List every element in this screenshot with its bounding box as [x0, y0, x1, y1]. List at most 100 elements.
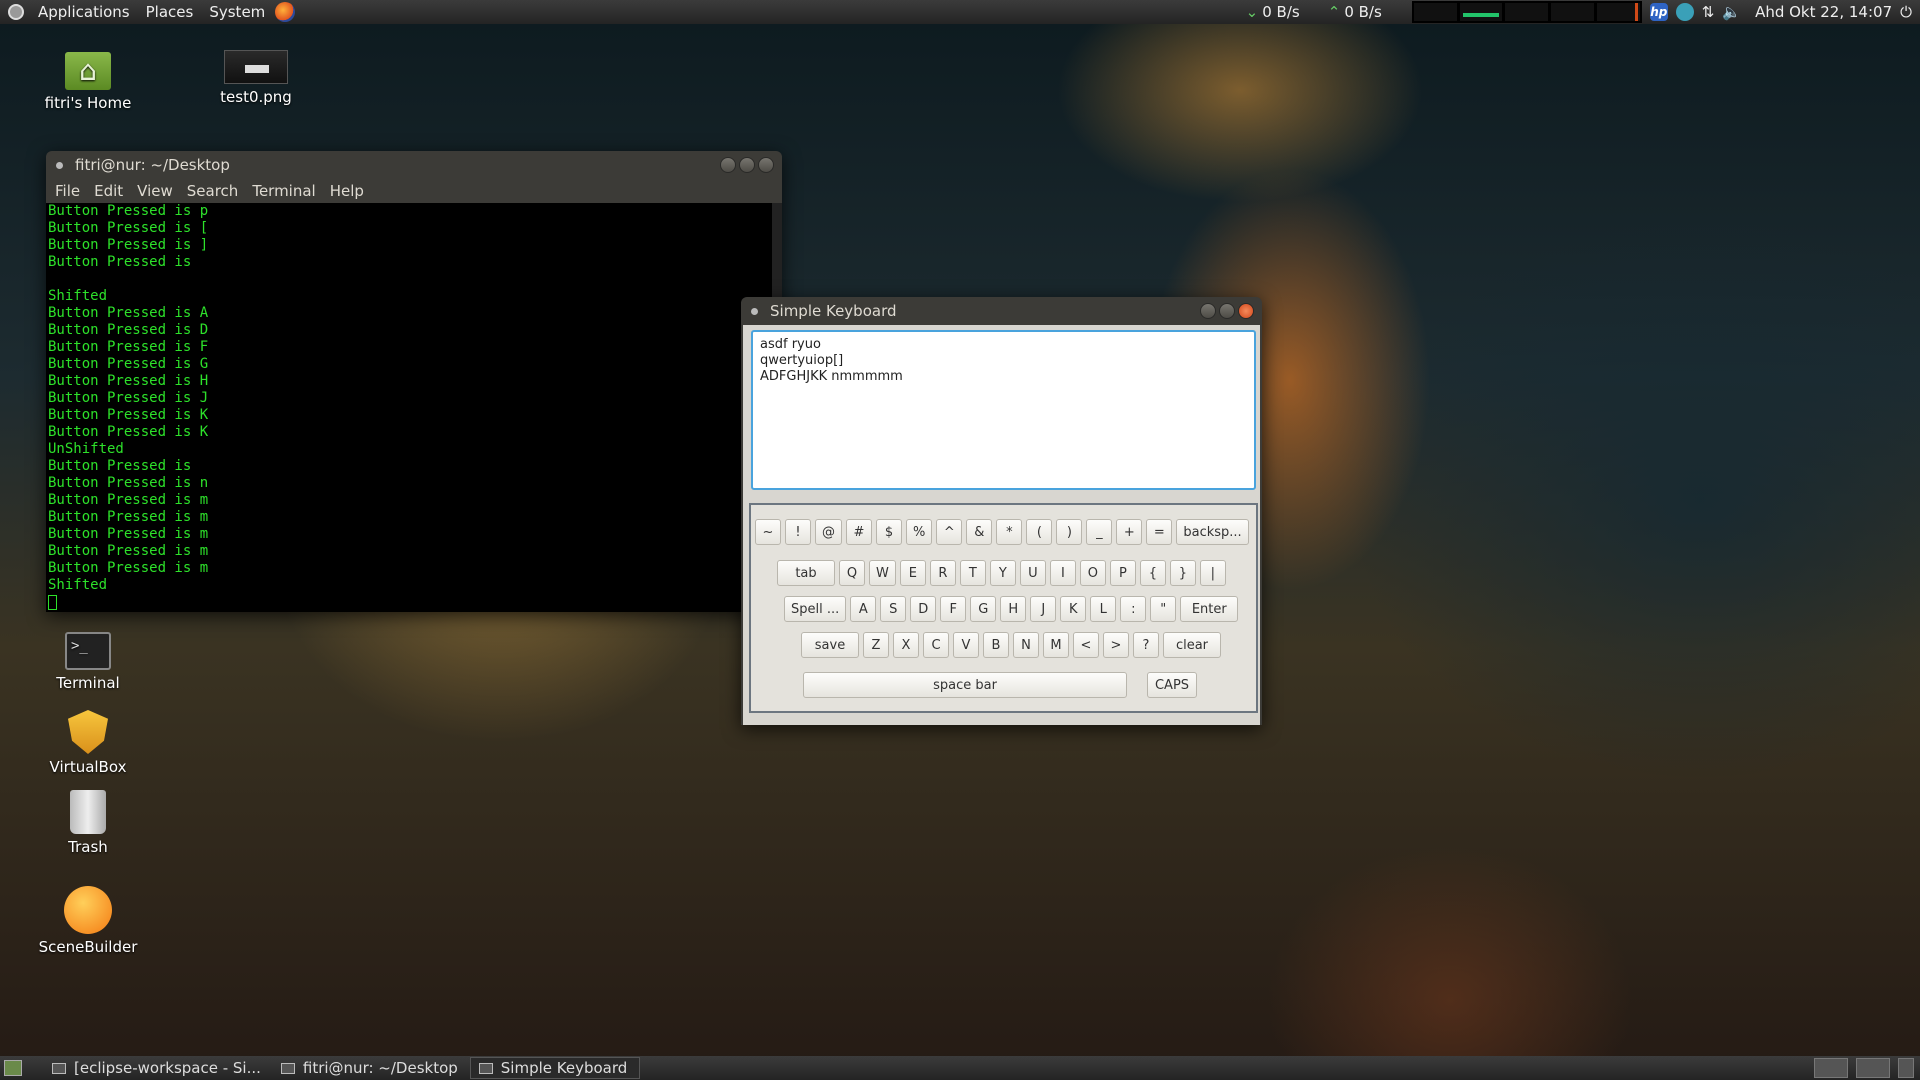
trash-applet-icon[interactable] — [1898, 1058, 1914, 1078]
key-symbol[interactable]: * — [996, 519, 1023, 545]
keyboard-titlebar[interactable]: Simple Keyboard — [741, 297, 1262, 325]
key-symbol[interactable]: _ — [1086, 519, 1113, 545]
key-symbol[interactable]: " — [1150, 596, 1177, 622]
key-symbol[interactable]: < — [1073, 632, 1099, 658]
taskbar-item-terminal[interactable]: fitri@nur: ~/Desktop — [273, 1057, 470, 1079]
menu-places[interactable]: Places — [138, 3, 202, 21]
key-symbol[interactable]: $ — [876, 519, 902, 545]
key-symbol[interactable]: ! — [785, 519, 811, 545]
desktop-icon-virtualbox[interactable]: VirtualBox — [33, 710, 143, 776]
terminal-titlebar[interactable]: fitri@nur: ~/Desktop — [46, 151, 782, 179]
key-symbol[interactable]: } — [1169, 560, 1196, 586]
key-symbol[interactable]: ) — [1056, 519, 1083, 545]
menu-system[interactable]: System — [201, 3, 273, 21]
key-v[interactable]: V — [953, 632, 979, 658]
network-icon[interactable]: ⇅ — [1702, 3, 1715, 21]
minimize-button[interactable] — [1200, 303, 1216, 319]
key-symbol[interactable]: % — [906, 519, 933, 545]
taskbar-item-keyboard[interactable]: Simple Keyboard — [469, 1057, 641, 1079]
maximize-button[interactable] — [739, 157, 755, 173]
minimize-button[interactable] — [720, 157, 736, 173]
desktop-icon-image[interactable]: test0.png — [201, 50, 311, 106]
key-n[interactable]: N — [1013, 632, 1039, 658]
key-x[interactable]: X — [893, 632, 919, 658]
update-icon[interactable] — [1675, 3, 1694, 21]
clock[interactable]: Ahd Okt 22, 14:07 — [1755, 3, 1892, 21]
close-button[interactable] — [1238, 303, 1254, 319]
terminal-line: Button Pressed is m — [48, 543, 209, 559]
menu-edit[interactable]: Edit — [87, 182, 130, 200]
menu-help[interactable]: Help — [323, 182, 371, 200]
distro-logo-icon[interactable] — [8, 4, 24, 20]
power-icon[interactable]: ⏻ — [1900, 3, 1912, 21]
key-symbol[interactable]: & — [966, 519, 993, 545]
key-q[interactable]: Q — [839, 560, 865, 586]
key-b[interactable]: B — [983, 632, 1009, 658]
key-symbol[interactable]: ( — [1026, 519, 1053, 545]
key-o[interactable]: O — [1079, 560, 1106, 586]
volume-icon[interactable]: 🔈 — [1722, 3, 1741, 21]
text-area[interactable]: asdf ryuo qwertyuiop[] ADFGHJKK nmmmmm — [751, 330, 1256, 490]
hp-icon[interactable]: hp — [1649, 3, 1668, 21]
key-symbol[interactable]: ~ — [755, 519, 781, 545]
key-symbol[interactable]: ^ — [936, 519, 963, 545]
window-menu-icon[interactable] — [56, 161, 63, 169]
close-button[interactable] — [758, 157, 774, 173]
workspace-1[interactable] — [1814, 1058, 1848, 1078]
caps-key[interactable]: CAPS — [1147, 672, 1197, 698]
key-z[interactable]: Z — [863, 632, 889, 658]
key-l[interactable]: L — [1090, 596, 1117, 622]
key-save[interactable]: save — [801, 632, 859, 658]
space-bar-key[interactable]: space bar — [803, 672, 1127, 698]
terminal-output[interactable]: Button Pressed is p Button Pressed is [Bu… — [46, 203, 782, 612]
key-symbol[interactable]: ? — [1133, 632, 1159, 658]
workspace-2[interactable] — [1856, 1058, 1890, 1078]
key-r[interactable]: R — [929, 560, 956, 586]
key-backsp[interactable]: backsp... — [1176, 519, 1249, 545]
key-symbol[interactable]: + — [1116, 519, 1143, 545]
taskbar-item-eclipse[interactable]: [eclipse-workspace - Si... — [44, 1057, 273, 1079]
key-spell[interactable]: Spell ... — [784, 596, 847, 622]
desktop-icon-scenebuilder[interactable]: SceneBuilder — [33, 886, 143, 956]
key-g[interactable]: G — [970, 596, 997, 622]
key-symbol[interactable]: # — [846, 519, 872, 545]
key-tab[interactable]: tab — [777, 560, 835, 586]
key-a[interactable]: A — [850, 596, 877, 622]
menu-view[interactable]: View — [130, 182, 180, 200]
key-symbol[interactable]: | — [1199, 560, 1226, 586]
key-j[interactable]: J — [1030, 596, 1057, 622]
menu-file[interactable]: File — [48, 182, 87, 200]
menu-terminal[interactable]: Terminal — [245, 182, 322, 200]
show-desktop-icon[interactable] — [4, 1060, 22, 1076]
maximize-button[interactable] — [1219, 303, 1235, 319]
key-c[interactable]: C — [923, 632, 949, 658]
key-symbol[interactable]: : — [1120, 596, 1147, 622]
key-h[interactable]: H — [1000, 596, 1027, 622]
key-w[interactable]: W — [869, 560, 896, 586]
menu-applications[interactable]: Applications — [30, 3, 138, 21]
key-i[interactable]: I — [1049, 560, 1076, 586]
key-symbol[interactable]: @ — [815, 519, 842, 545]
key-symbol[interactable]: > — [1103, 632, 1129, 658]
key-symbol[interactable]: { — [1139, 560, 1166, 586]
key-u[interactable]: U — [1019, 560, 1046, 586]
key-m[interactable]: M — [1043, 632, 1069, 658]
key-s[interactable]: S — [880, 596, 907, 622]
key-f[interactable]: F — [940, 596, 967, 622]
key-k[interactable]: K — [1060, 596, 1087, 622]
desktop-icon-terminal[interactable]: >_ Terminal — [33, 632, 143, 692]
key-enter[interactable]: Enter — [1180, 596, 1239, 622]
firefox-launcher-icon[interactable] — [275, 2, 296, 22]
system-load-graph[interactable] — [1411, 1, 1642, 23]
key-e[interactable]: E — [899, 560, 926, 586]
desktop-icon-trash[interactable]: Trash — [33, 790, 143, 856]
key-p[interactable]: P — [1109, 560, 1136, 586]
key-y[interactable]: Y — [989, 560, 1016, 586]
window-menu-icon[interactable] — [751, 307, 758, 315]
key-t[interactable]: T — [959, 560, 986, 586]
menu-search[interactable]: Search — [180, 182, 246, 200]
key-clear[interactable]: clear — [1163, 632, 1221, 658]
key-symbol[interactable]: = — [1146, 519, 1173, 545]
desktop-icon-home[interactable]: fitri's Home — [33, 52, 143, 112]
key-d[interactable]: D — [910, 596, 937, 622]
